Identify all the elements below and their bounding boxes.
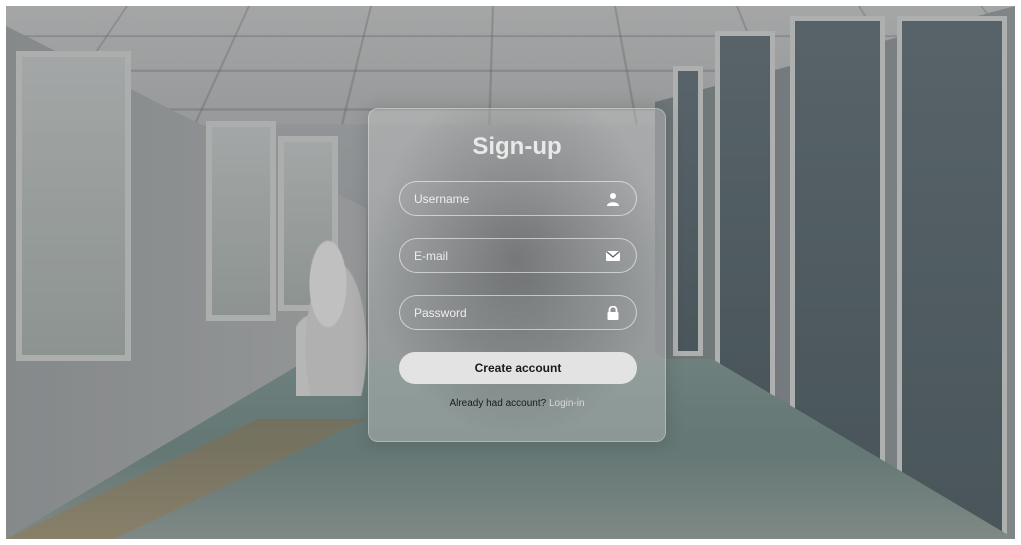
- login-prompt: Already had account? Login-in: [369, 398, 665, 409]
- user-icon: [607, 193, 619, 206]
- create-account-button[interactable]: Create account: [399, 352, 637, 384]
- lock-icon: [607, 306, 619, 320]
- login-link[interactable]: Login-in: [549, 398, 585, 409]
- password-input[interactable]: [400, 296, 636, 329]
- login-prompt-text: Already had account?: [449, 398, 547, 409]
- envelope-icon: [606, 251, 620, 261]
- username-input[interactable]: [400, 182, 636, 215]
- username-field[interactable]: [399, 181, 637, 216]
- email-input[interactable]: [400, 239, 636, 272]
- signup-card: Sign-up Create account Already had accou…: [368, 108, 666, 442]
- email-field[interactable]: [399, 238, 637, 273]
- password-field[interactable]: [399, 295, 637, 330]
- form-title: Sign-up: [472, 133, 562, 160]
